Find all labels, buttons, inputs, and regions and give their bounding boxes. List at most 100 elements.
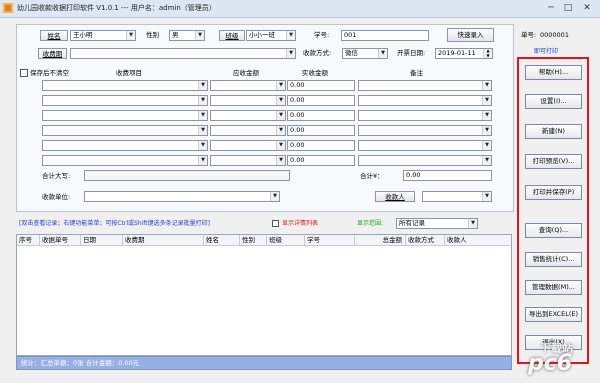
note-combo[interactable]: ▼ xyxy=(358,80,492,91)
chevron-down-icon[interactable]: ▼ xyxy=(276,156,285,165)
student-no-input[interactable]: 001 xyxy=(341,30,429,41)
col-note-header: 备注 xyxy=(410,69,423,77)
due-amount-combo[interactable]: ▼ xyxy=(210,155,286,166)
grid-col-class[interactable]: 班级 xyxy=(267,235,305,246)
chevron-down-icon[interactable]: ▼ xyxy=(276,141,285,150)
due-amount-combo[interactable]: ▼ xyxy=(210,95,286,106)
class-combo[interactable]: 小小一班 ▼ xyxy=(246,30,296,41)
chevron-down-icon[interactable]: ▼ xyxy=(482,81,491,90)
settings-button[interactable]: 设置(I)... xyxy=(525,94,582,109)
help-button[interactable]: 帮助(H)... xyxy=(525,65,582,80)
grid-col-payment-method[interactable]: 收款方式 xyxy=(406,235,445,246)
print-save-button[interactable]: 打印并保存(P) xyxy=(525,185,582,200)
payee-label-button[interactable]: 收款人 xyxy=(375,191,415,202)
grid-col-total[interactable]: 总金额 xyxy=(355,235,406,246)
fee-item-combo[interactable]: ▼ xyxy=(42,80,208,91)
chevron-down-icon[interactable]: ▼ xyxy=(482,96,491,105)
chevron-down-icon[interactable]: ▼ xyxy=(286,31,295,40)
name-label-button[interactable]: 姓名 xyxy=(40,30,68,41)
name-combo[interactable]: 王小明 ▼ xyxy=(70,30,136,41)
chevron-down-icon[interactable]: ▼ xyxy=(482,126,491,135)
invoice-date-input[interactable]: 2019-01-11 ▲ ▼ xyxy=(435,48,493,59)
chevron-down-icon[interactable]: ▼ xyxy=(468,219,477,228)
grid-col-date[interactable]: 日期 xyxy=(81,235,123,246)
fee-item-combo[interactable]: ▼ xyxy=(42,155,208,166)
show-range-value: 所有记录 xyxy=(399,219,425,227)
note-combo[interactable]: ▼ xyxy=(358,140,492,151)
paid-amount-input[interactable]: 0.00 xyxy=(287,125,355,136)
maximize-button[interactable]: □ xyxy=(561,2,575,14)
grid-col-payee[interactable]: 收款人 xyxy=(445,235,511,246)
note-combo[interactable]: ▼ xyxy=(358,155,492,166)
print-mode-hint: 即可打印 xyxy=(534,48,559,55)
chevron-down-icon[interactable]: ▼ xyxy=(378,49,387,58)
chevron-down-icon[interactable]: ▼ xyxy=(482,156,491,165)
chevron-down-icon[interactable]: ▼ xyxy=(482,111,491,120)
chevron-down-icon[interactable]: ▼ xyxy=(198,141,207,150)
note-combo[interactable]: ▼ xyxy=(358,110,492,121)
fee-period-label-button[interactable]: 收费期 xyxy=(38,48,67,59)
chevron-down-icon[interactable]: ▼ xyxy=(276,126,285,135)
payee-combo[interactable]: ▼ xyxy=(422,191,492,202)
date-spinner-icon[interactable]: ▲ ▼ xyxy=(483,49,492,58)
fee-item-combo[interactable]: ▼ xyxy=(42,125,208,136)
chevron-down-icon[interactable]: ▼ xyxy=(198,81,207,90)
note-combo[interactable]: ▼ xyxy=(358,125,492,136)
note-combo[interactable]: ▼ xyxy=(358,95,492,106)
records-grid[interactable] xyxy=(16,234,512,356)
paid-amount-input[interactable]: 0.00 xyxy=(287,140,355,151)
new-button[interactable]: 新建(N) xyxy=(525,124,582,139)
chevron-down-icon[interactable]: ▼ xyxy=(276,96,285,105)
grid-col-seq[interactable]: 序号 xyxy=(17,235,40,246)
fee-period-combo[interactable]: ▼ xyxy=(70,48,296,59)
payment-method-combo[interactable]: 微信 ▼ xyxy=(342,48,388,59)
fee-item-combo[interactable]: ▼ xyxy=(42,95,208,106)
due-amount-combo[interactable]: ▼ xyxy=(210,125,286,136)
manage-data-button[interactable]: 管理数据(M)... xyxy=(525,280,582,295)
payer-unit-combo[interactable]: ▼ xyxy=(84,191,280,202)
class-label-button[interactable]: 班级 xyxy=(219,30,245,41)
chevron-down-icon[interactable]: ▼ xyxy=(276,111,285,120)
query-button[interactable]: 查询(Q)... xyxy=(525,223,582,238)
due-amount-combo[interactable]: ▼ xyxy=(210,80,286,91)
chevron-down-icon[interactable]: ▼ xyxy=(198,96,207,105)
grid-col-student-no[interactable]: 学号 xyxy=(305,235,355,246)
chevron-down-icon[interactable]: ▼ xyxy=(198,126,207,135)
paid-amount-input[interactable]: 0.00 xyxy=(287,80,355,91)
minimize-button[interactable]: ─ xyxy=(544,2,558,14)
close-button[interactable]: ✕ xyxy=(580,2,594,14)
name-value: 王小明 xyxy=(73,31,93,39)
chevron-down-icon[interactable]: ▼ xyxy=(198,111,207,120)
show-range-combo[interactable]: 所有记录 ▼ xyxy=(396,218,478,229)
fee-item-combo[interactable]: ▼ xyxy=(42,110,208,121)
paid-amount-input[interactable]: 0.00 xyxy=(287,95,355,106)
chevron-down-icon[interactable]: ▼ xyxy=(276,81,285,90)
grid-col-receipt-no[interactable]: 收据单号 xyxy=(40,235,81,246)
chevron-down-icon[interactable]: ▼ xyxy=(286,49,295,58)
clear-after-save-checkbox[interactable] xyxy=(20,69,28,77)
due-amount-combo[interactable]: ▼ xyxy=(210,110,286,121)
grid-col-fee-period[interactable]: 收费期 xyxy=(123,235,204,246)
grid-col-name[interactable]: 姓名 xyxy=(204,235,240,246)
paid-amount-input[interactable]: 0.00 xyxy=(287,110,355,121)
fee-item-combo[interactable]: ▼ xyxy=(42,140,208,151)
col-item-header: 收费项目 xyxy=(116,69,142,77)
chevron-down-icon[interactable]: ▼ xyxy=(198,156,207,165)
chevron-down-icon[interactable]: ▼ xyxy=(482,192,491,201)
show-details-checkbox[interactable] xyxy=(272,220,279,227)
chevron-down-icon[interactable]: ▼ xyxy=(126,31,135,40)
print-preview-button[interactable]: 打印预览(V)... xyxy=(525,154,582,169)
title-bar: 幼儿园收款收据打印软件 V1.0.1 --- 用户名：admin（管理员） ─ … xyxy=(0,0,600,18)
gender-label: 性别 xyxy=(146,31,159,39)
chevron-down-icon[interactable]: ▼ xyxy=(195,31,204,40)
export-excel-button[interactable]: 导出到EXCEL(E) xyxy=(525,307,582,322)
sales-stats-button[interactable]: 销售统计(C)... xyxy=(525,252,582,267)
chevron-down-icon[interactable]: ▼ xyxy=(270,192,279,201)
gender-combo[interactable]: 男 ▼ xyxy=(169,30,205,41)
payment-method-value: 微信 xyxy=(345,49,358,57)
chevron-down-icon[interactable]: ▼ xyxy=(482,141,491,150)
paid-amount-input[interactable]: 0.00 xyxy=(287,155,355,166)
grid-col-gender[interactable]: 性别 xyxy=(240,235,267,246)
due-amount-combo[interactable]: ▼ xyxy=(210,140,286,151)
quick-entry-button[interactable]: 快速录入 xyxy=(447,28,494,42)
